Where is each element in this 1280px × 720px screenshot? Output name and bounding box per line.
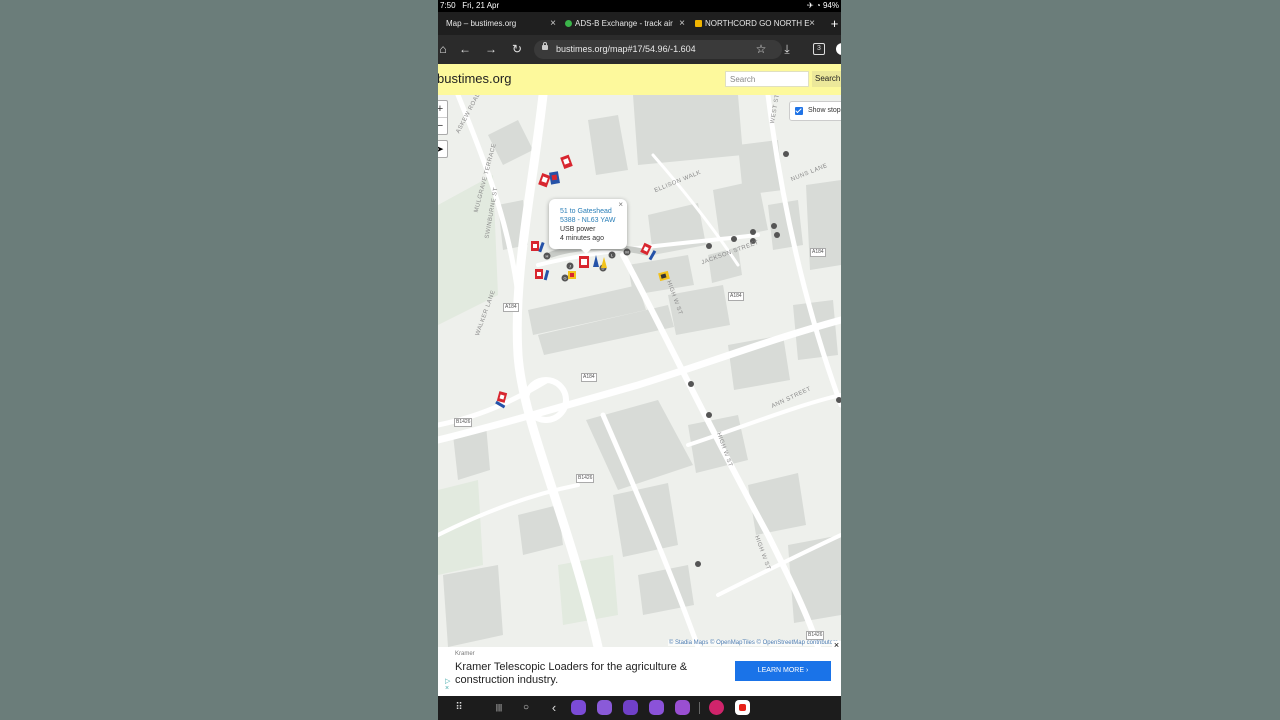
wifi-icon: ✈ ◔ (807, 1, 823, 10)
url-text: bustimes.org/map#17/54.96/-1.604 (556, 44, 696, 54)
android-nav-bar: ⠿ ||| ○ ‹ (438, 696, 841, 720)
bus-map[interactable]: H J G L M D (438, 95, 841, 647)
back-icon[interactable]: ← (458, 42, 472, 56)
recents-button[interactable]: ||| (492, 701, 506, 715)
map-attribution[interactable]: © Stadia Maps © OpenMapTiles © OpenStree… (667, 640, 839, 646)
ad-advertiser: Kramer (455, 651, 475, 657)
app-icon[interactable] (571, 700, 586, 715)
app-icon[interactable] (675, 700, 690, 715)
phone-screen: 7:50 Fri, 21 Apr ✈ ◔ 94% Map – bustimes.… (438, 0, 841, 720)
popup-close-button[interactable]: × (618, 200, 623, 209)
svg-text:G: G (563, 276, 566, 281)
show-stops-toggle[interactable]: Show stops (789, 101, 841, 121)
road-label: B1426 (576, 474, 595, 483)
tab-title: ADS-B Exchange - track air (575, 19, 673, 28)
road-label: B1426 (454, 418, 473, 427)
lock-icon (542, 42, 548, 50)
road-label: A184 (503, 303, 519, 312)
map-tiles: H J G L M D (438, 95, 841, 647)
popup-feature: USB power (560, 226, 596, 233)
address-bar[interactable]: bustimes.org/map#17/54.96/-1.604 (534, 40, 782, 59)
northcord-favicon-icon (695, 20, 702, 28)
status-date: Fri, 21 Apr (462, 1, 500, 10)
popup-age: 4 minutes ago (560, 235, 604, 242)
close-icon[interactable]: × (677, 12, 687, 35)
new-tab-button[interactable]: + (828, 12, 841, 35)
adsb-favicon-icon (565, 20, 572, 28)
browser-toolbar: ⌂ ← → ↻ bustimes.org/map#17/54.96/-1.604… (438, 35, 841, 64)
flower-app-icon[interactable] (709, 700, 724, 715)
forward-icon[interactable]: → (484, 42, 498, 56)
site-header: bustimes.org Search Search (438, 64, 841, 95)
popup-vehicle-link[interactable]: 5388 - NL63 YAW (560, 216, 616, 225)
close-icon[interactable]: × (548, 12, 558, 35)
ad-banner[interactable]: × Kramer Kramer Telescopic Loaders for t… (438, 641, 841, 696)
popup-tip (581, 249, 591, 254)
road-label: A184 (810, 248, 826, 257)
ad-close-button[interactable]: × (832, 641, 841, 650)
tab-switcher-button[interactable]: 3 (813, 43, 825, 55)
vehicle-popup: × 51 to Gateshead 5388 - NL63 YAW USB po… (549, 199, 627, 254)
zoom-out-button[interactable]: − (438, 117, 447, 134)
search-input[interactable]: Search (725, 71, 809, 87)
show-stops-label: Show stops (808, 107, 841, 114)
youtube-icon[interactable] (735, 700, 750, 715)
road-label: A184 (728, 292, 744, 301)
download-icon[interactable]: ⤓ (780, 42, 794, 56)
close-icon[interactable]: × (807, 12, 817, 35)
road-label: A184 (581, 373, 597, 382)
svg-text:M: M (625, 250, 628, 255)
tab-title: NORTHCORD GO NORTH E (705, 19, 810, 28)
app-icon[interactable] (623, 700, 638, 715)
home-icon[interactable]: ⌂ (438, 42, 450, 56)
battery-level: 94% (822, 1, 839, 10)
adchoices-icon[interactable]: ▷ × (445, 678, 452, 692)
bookmark-star-icon[interactable]: ☆ (754, 42, 768, 56)
apps-grid-icon[interactable]: ⠿ (452, 701, 466, 715)
road-label: B1426 (806, 631, 825, 640)
tab-adsb-exchange[interactable]: ADS-B Exchange - track air × (565, 12, 687, 35)
tab-title: Map – bustimes.org (446, 19, 517, 28)
browser-tab-strip: Map – bustimes.org × ADS-B Exchange - tr… (438, 12, 841, 35)
reload-icon[interactable]: ↻ (510, 42, 524, 56)
dock-divider (699, 702, 700, 714)
app-icon[interactable] (649, 700, 664, 715)
checkbox-checked-icon[interactable] (795, 107, 803, 115)
ad-text[interactable]: Kramer Telescopic Loaders for the agricu… (455, 661, 725, 687)
ad-learn-more-button[interactable]: LEARN MORE › (735, 661, 831, 681)
locate-me-icon[interactable]: ➤ (438, 140, 448, 158)
zoom-in-button[interactable]: + (438, 101, 447, 117)
app-icon[interactable] (597, 700, 612, 715)
status-bar: 7:50 Fri, 21 Apr ✈ ◔ 94% (438, 0, 841, 12)
popup-route-link[interactable]: 51 to Gateshead (560, 207, 616, 216)
tab-bustimes-map[interactable]: Map – bustimes.org × (446, 12, 558, 35)
tab-northcord[interactable]: NORTHCORD GO NORTH E × (695, 12, 817, 35)
site-logo[interactable]: bustimes.org (438, 71, 511, 86)
home-button[interactable]: ○ (519, 701, 533, 715)
back-button[interactable]: ‹ (547, 701, 561, 715)
svg-text:J: J (569, 264, 571, 269)
zoom-control: + − (438, 100, 448, 135)
profile-avatar[interactable] (836, 43, 841, 55)
status-time: 7:50 (440, 1, 456, 10)
svg-text:H: H (546, 254, 549, 259)
search-button[interactable]: Search (812, 71, 841, 87)
